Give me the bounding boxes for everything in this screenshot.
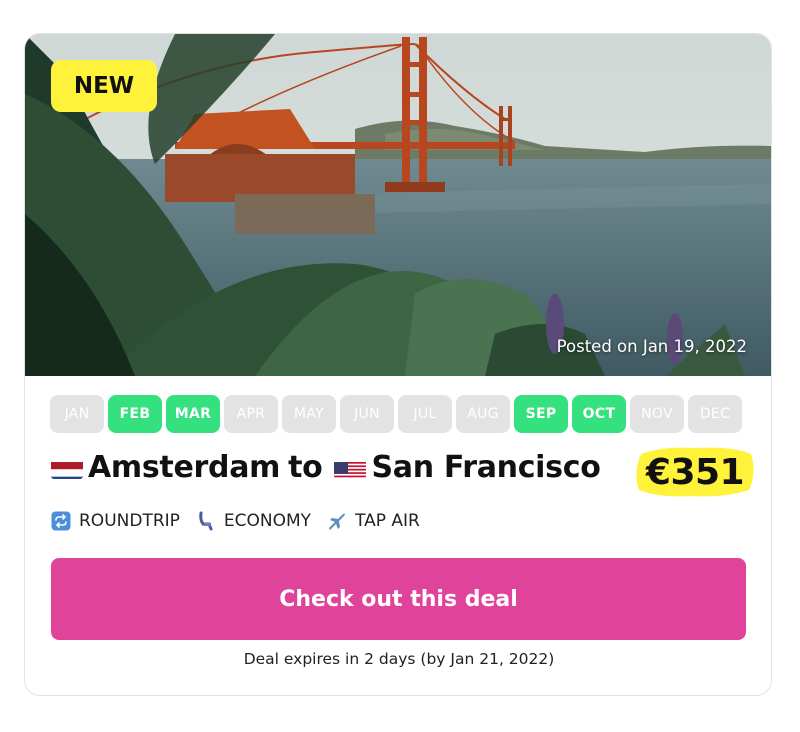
month-jul: JUL <box>398 395 452 433</box>
month-sep: SEP <box>514 395 568 433</box>
price-highlight: €351 <box>633 444 757 500</box>
deal-card[interactable]: NEW Posted on Jan 19, 2022 JAN FEB MAR APR M… <box>24 33 772 696</box>
month-apr: APR <box>224 395 278 433</box>
airline-label: TAP AIR <box>355 511 420 531</box>
month-jun: JUN <box>340 395 394 433</box>
cabin-label: ECONOMY <box>223 511 312 531</box>
month-aug: AUG <box>456 395 510 433</box>
new-badge: NEW <box>51 60 157 112</box>
seat-icon <box>196 511 216 531</box>
deal-expiry: Deal expires in 2 days (by Jan 21, 2022) <box>243 650 555 668</box>
trip-type-label: ROUNDTRIP <box>79 511 180 531</box>
route-title: Amsterdam to San Francisco <box>51 450 601 485</box>
month-oct: OCT <box>572 395 626 433</box>
month-nov: NOV <box>630 395 684 433</box>
trip-type: ROUNDTRIP <box>51 511 180 531</box>
cabin-class: ECONOMY <box>196 511 311 531</box>
price: €351 <box>645 451 745 493</box>
posted-date: Posted on Jan 19, 2022 <box>556 337 747 356</box>
check-deal-button[interactable]: Check out this deal <box>51 558 746 640</box>
month-dec: DEC <box>688 395 742 433</box>
netherlands-flag-icon <box>51 457 83 479</box>
deal-details: ROUNDTRIP ECONOMY TAP AIR <box>51 511 436 531</box>
destination-photo: NEW Posted on Jan 19, 2022 <box>25 34 771 376</box>
month-feb: FEB <box>108 395 162 433</box>
origin-city: Amsterdam <box>88 450 281 485</box>
airline: TAP AIR <box>327 511 420 531</box>
route-connector: to <box>288 450 323 485</box>
month-may: MAY <box>282 395 336 433</box>
airplane-icon <box>327 511 347 531</box>
month-jan: JAN <box>50 395 104 433</box>
repeat-icon <box>51 511 71 531</box>
destination-city: San Francisco <box>371 450 601 485</box>
usa-flag-icon <box>334 457 367 479</box>
travel-months: JAN FEB MAR APR MAY JUN JUL AUG SEP OCT NOV DEC <box>50 395 742 433</box>
month-mar: MAR <box>166 395 220 433</box>
